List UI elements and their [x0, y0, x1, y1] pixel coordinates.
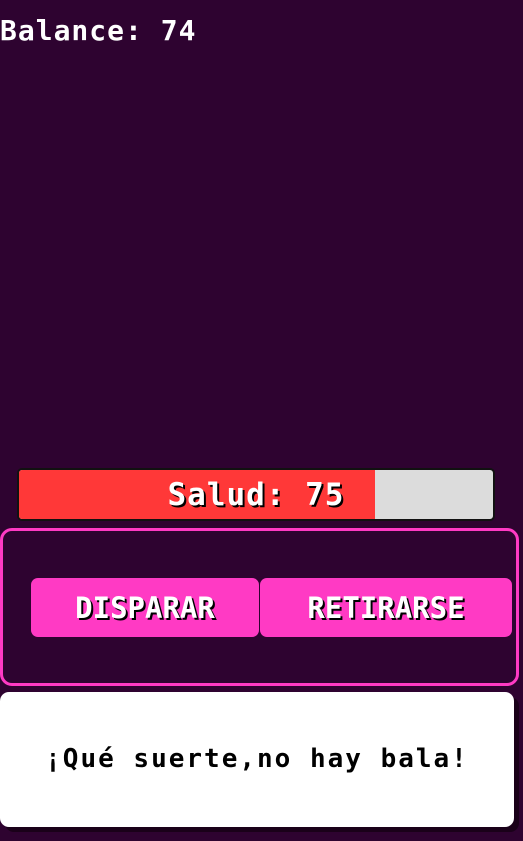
action-panel: DISPARAR RETIRARSE	[0, 528, 519, 686]
retire-button[interactable]: RETIRARSE	[260, 578, 512, 637]
health-label: Salud: 75	[167, 476, 345, 513]
balance-display: Balance: 74	[0, 14, 197, 47]
message-box: ¡Qué suerte,no hay bala!	[0, 692, 514, 827]
message-text: ¡Qué suerte,no hay bala!	[45, 744, 469, 775]
fire-button[interactable]: DISPARAR	[31, 578, 259, 637]
health-bar: Salud: 75	[17, 468, 495, 521]
